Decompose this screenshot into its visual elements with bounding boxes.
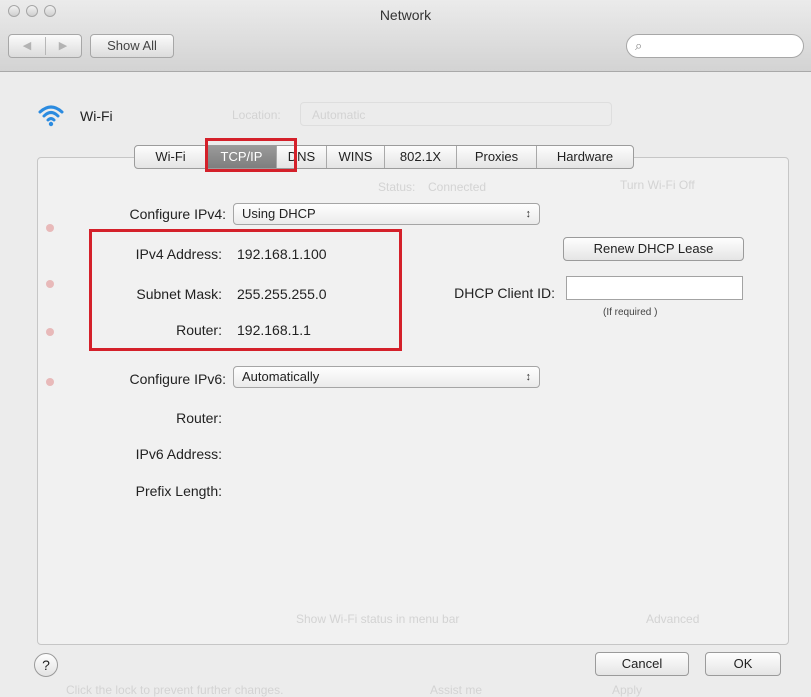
configure-ipv6-value: Automatically	[242, 369, 320, 384]
subnet-mask-value: 255.255.255.0	[237, 286, 327, 302]
show-all-button[interactable]: Show All	[90, 34, 174, 58]
search-input[interactable]: ⌕	[626, 34, 804, 58]
ipv6-router-label: Router:	[176, 410, 222, 426]
dhcp-client-id-label: DHCP Client ID:	[454, 285, 555, 301]
tab-proxies[interactable]: Proxies	[457, 146, 537, 168]
configure-ipv6-label: Configure IPv6:	[129, 371, 227, 387]
wifi-icon	[38, 105, 64, 127]
turn-wifi-off-button: Turn Wi-Fi Off	[620, 178, 695, 192]
apply-button: Apply	[612, 683, 643, 697]
show-wifi-status-checkbox: Show Wi-Fi status in menu bar	[296, 612, 460, 626]
router-value: 192.168.1.1	[237, 322, 311, 338]
client-id-note: (If required )	[603, 307, 658, 318]
tcp-ip-highlight-frame	[205, 138, 297, 172]
prefix-length-label: Prefix Length:	[135, 483, 222, 499]
service-status-dot	[46, 280, 54, 288]
tab-wifi[interactable]: Wi-Fi	[135, 146, 207, 168]
popup-arrows-icon: ↕	[525, 371, 532, 383]
search-icon: ⌕	[635, 38, 643, 53]
ipv4-address-value: 192.168.1.100	[237, 246, 327, 262]
popup-arrows-icon: ↕	[525, 208, 532, 220]
service-status-dot	[46, 224, 54, 232]
tab-wins[interactable]: WINS	[327, 146, 385, 168]
configure-ipv4-popup[interactable]: Using DHCP ↕	[233, 203, 540, 225]
dhcp-client-id-field[interactable]	[566, 276, 743, 300]
location-value: Automatic	[312, 108, 366, 122]
status-value: Connected	[428, 180, 487, 194]
location-label: Location:	[232, 108, 281, 122]
assist-me-button: Assist me	[430, 683, 483, 697]
tab-hardware[interactable]: Hardware	[537, 146, 633, 168]
window-title: Network	[379, 7, 432, 23]
service-status-dot	[46, 328, 54, 336]
ipv6-address-label: IPv6 Address:	[135, 446, 222, 462]
tab-802-1x[interactable]: 802.1X	[385, 146, 457, 168]
ipv4-address-label: IPv4 Address:	[135, 246, 222, 262]
help-button[interactable]: ?	[34, 653, 58, 677]
nav-divider	[45, 37, 46, 55]
advanced-button: Advanced	[646, 612, 700, 626]
back-forward-control: ◀ ▶	[8, 34, 82, 58]
window-titlebar: Network ◀ ▶ Show All ⌕	[0, 0, 811, 72]
cancel-button[interactable]: Cancel	[595, 652, 689, 676]
configure-ipv6-popup[interactable]: Automatically ↕	[233, 366, 540, 388]
service-title: Wi-Fi	[80, 108, 113, 124]
router-label: Router:	[176, 322, 222, 338]
service-status-dot	[46, 378, 54, 386]
configure-ipv4-label: Configure IPv4:	[129, 206, 227, 222]
ok-button[interactable]: OK	[705, 652, 781, 676]
forward-icon[interactable]: ▶	[48, 37, 78, 55]
lock-text: Click the lock to prevent further change…	[66, 683, 284, 697]
back-icon[interactable]: ◀	[12, 37, 42, 55]
status-label: Status:	[378, 180, 416, 194]
renew-dhcp-lease-button[interactable]: Renew DHCP Lease	[563, 237, 744, 261]
configure-ipv4-value: Using DHCP	[242, 206, 316, 221]
subnet-mask-label: Subnet Mask:	[136, 286, 222, 302]
